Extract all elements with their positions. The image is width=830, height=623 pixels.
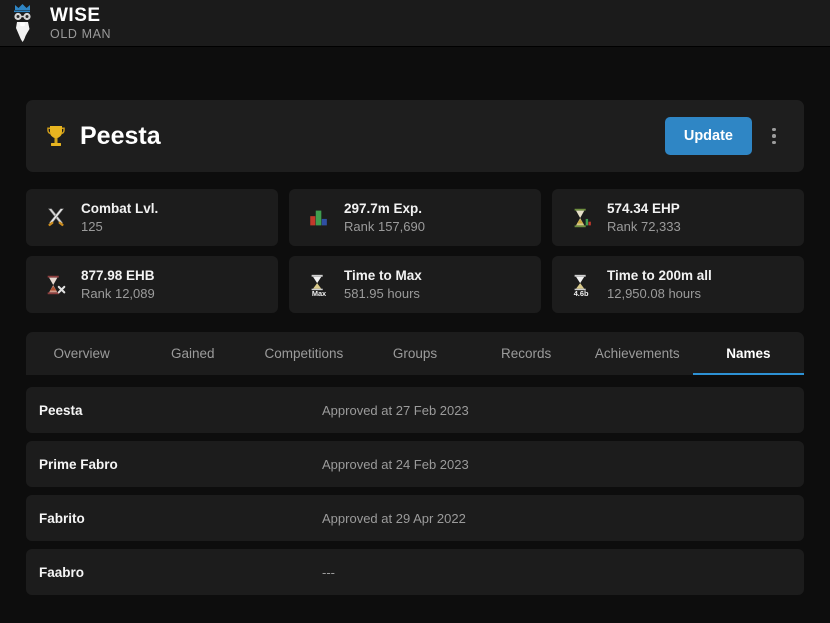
stat-title: 877.98 EHB <box>81 268 155 283</box>
list-item[interactable]: Prime Fabro Approved at 24 Feb 2023 <box>26 441 804 487</box>
top-navbar: WISE OLD MAN <box>0 0 830 47</box>
stat-title: 574.34 EHP <box>607 201 680 216</box>
page-title: Peesta <box>80 121 161 150</box>
stat-subtitle: 125 <box>81 219 103 234</box>
brand-subtitle: OLD MAN <box>50 26 112 41</box>
stat-card-experience: 297.7m Exp. Rank 157,690 <box>289 189 541 246</box>
player-actions: Update <box>664 117 787 155</box>
stat-title: Time to Max <box>344 268 422 283</box>
page-content: Peesta Update Combat Lvl. 125 297.7m Exp… <box>0 100 830 595</box>
name-status: --- <box>322 564 335 580</box>
name-status: Approved at 27 Feb 2023 <box>322 402 469 418</box>
list-item[interactable]: Peesta Approved at 27 Feb 2023 <box>26 387 804 433</box>
list-item[interactable]: Fabrito Approved at 29 Apr 2022 <box>26 495 804 541</box>
stat-subtitle: Rank 12,089 <box>81 286 155 301</box>
svg-text:4.6b: 4.6b <box>574 289 589 297</box>
stat-card-combat-level: Combat Lvl. 125 <box>26 189 278 246</box>
stat-card-ehp: 574.34 EHP Rank 72,333 <box>552 189 804 246</box>
svg-text:Max: Max <box>312 289 327 297</box>
stat-subtitle: 12,950.08 hours <box>607 286 701 301</box>
update-button[interactable]: Update <box>664 117 752 155</box>
brand-logo[interactable]: WISE OLD MAN <box>6 3 111 43</box>
stat-subtitle: 581.95 hours <box>344 286 420 301</box>
stat-card-time-to-200m-all: 4.6b Time to 200m all 12,950.08 hours <box>552 256 804 313</box>
trophy-icon <box>45 124 67 148</box>
name-status: Approved at 24 Feb 2023 <box>322 456 469 472</box>
hourglass-red-icon <box>43 271 69 299</box>
stat-title: Time to 200m all <box>607 268 712 283</box>
stat-subtitle: Rank 157,690 <box>344 219 425 234</box>
name-value: Faabro <box>39 564 85 580</box>
player-identity: Peesta <box>45 122 665 151</box>
hourglass-200m-icon: 4.6b <box>569 271 595 299</box>
stat-card-ehb: 877.98 EHB Rank 12,089 <box>26 256 278 313</box>
old-man-crown-icon <box>6 3 40 43</box>
tab-overview[interactable]: Overview <box>26 332 137 375</box>
tab-achievements[interactable]: Achievements <box>582 332 693 375</box>
tab-groups[interactable]: Groups <box>359 332 470 375</box>
tab-names[interactable]: Names <box>692 332 804 375</box>
kebab-menu-icon[interactable] <box>761 120 787 152</box>
player-tabs: Overview Gained Competitions Groups Reco… <box>26 332 804 375</box>
name-value: Peesta <box>39 402 83 418</box>
stat-title: Combat Lvl. <box>81 201 159 216</box>
brand-title: WISE <box>50 4 101 26</box>
player-header-card: Peesta Update <box>26 100 804 172</box>
tab-gained[interactable]: Gained <box>137 332 248 375</box>
name-value: Fabrito <box>39 510 85 526</box>
tab-records[interactable]: Records <box>471 332 582 375</box>
bar-chart-icon <box>306 204 332 232</box>
crossed-swords-icon <box>43 204 69 232</box>
stat-card-time-to-max: Max Time to Max 581.95 hours <box>289 256 541 313</box>
tab-competitions[interactable]: Competitions <box>248 332 359 375</box>
hourglass-green-icon <box>569 204 595 232</box>
stat-subtitle: Rank 72,333 <box>607 219 681 234</box>
name-changes-list: Peesta Approved at 27 Feb 2023 Prime Fab… <box>26 387 804 595</box>
stat-title: 297.7m Exp. <box>344 201 423 216</box>
name-value: Prime Fabro <box>39 456 118 472</box>
player-stats-grid: Combat Lvl. 125 297.7m Exp. Rank 157,690 <box>26 189 804 313</box>
list-item[interactable]: Faabro --- <box>26 549 804 595</box>
name-status: Approved at 29 Apr 2022 <box>322 510 466 526</box>
hourglass-max-icon: Max <box>306 271 332 299</box>
